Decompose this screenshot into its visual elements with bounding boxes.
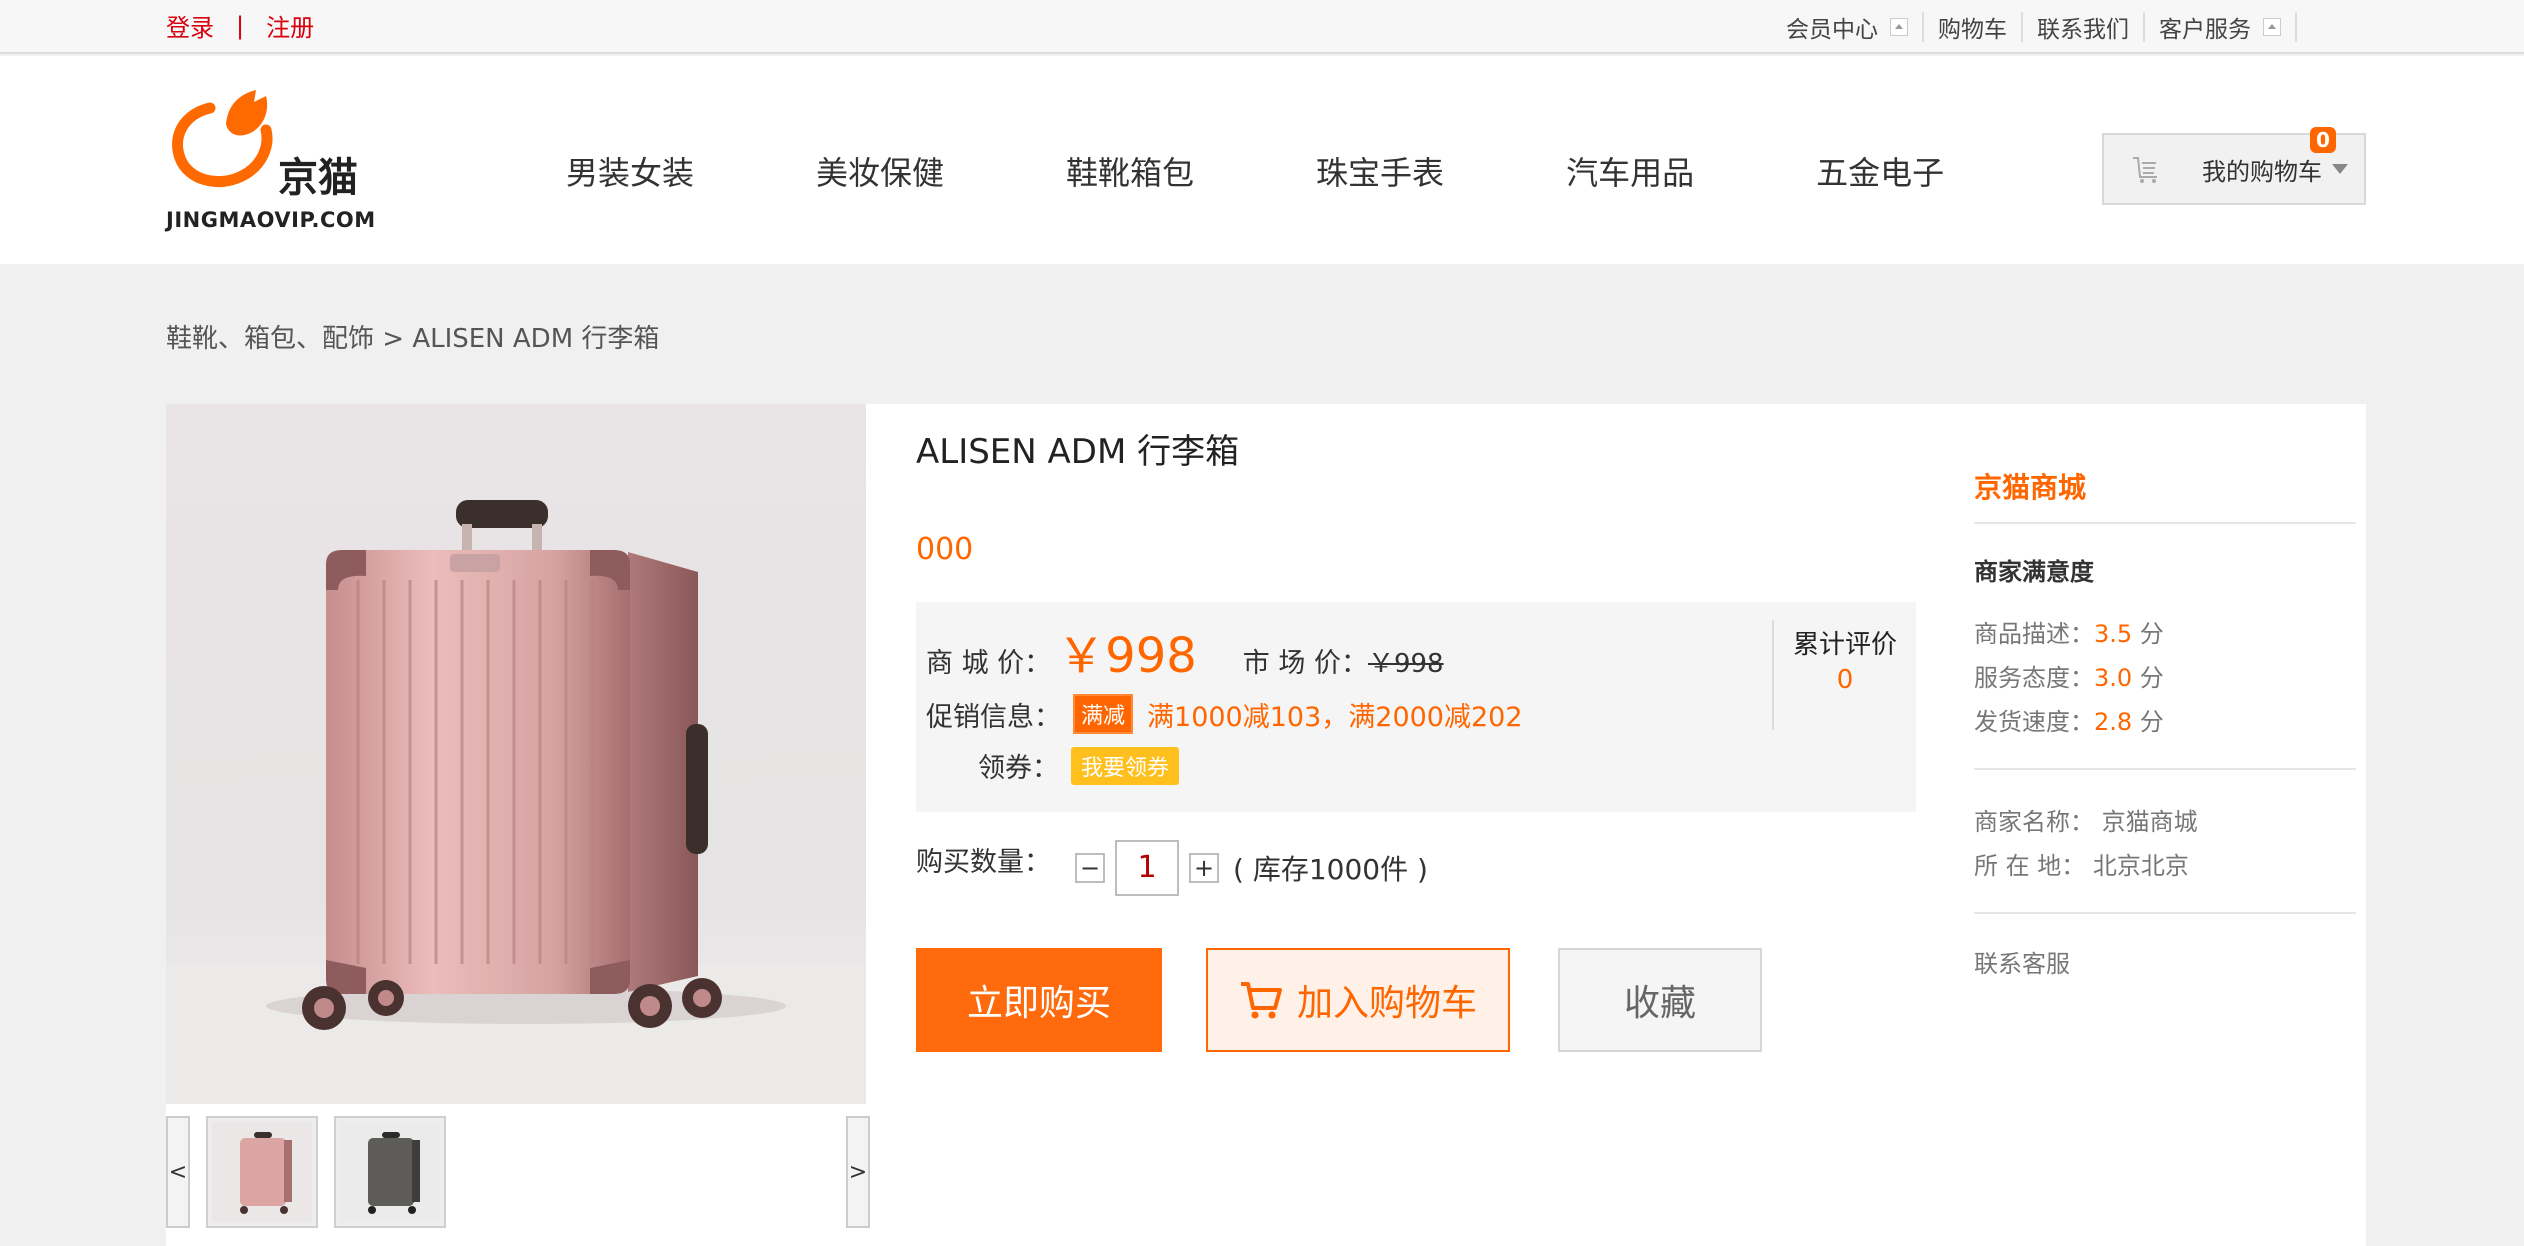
buy-now-label: 立即购买 [966,983,1111,1024]
divider [1974,768,2356,770]
member-center-label: 会员中心 [1786,17,1878,43]
cat-logo-icon [172,90,273,188]
nav-item-jewelry[interactable]: 珠宝手表 [1316,148,1444,194]
thumb-prev-button[interactable]: < [166,1116,190,1228]
product-title: ALISEN ADM 行李箱 [916,432,1240,472]
buy-now-button[interactable]: 立即购买 [916,948,1162,1052]
caret-up-icon[interactable] [1890,18,1908,36]
score-value: 3.5 [2094,620,2133,648]
login-link[interactable]: 登录 [166,8,214,43]
cart-icon [2133,157,2157,183]
reviews-count: 0 [1836,665,1854,695]
nav-item-apparel[interactable]: 男装女装 [566,148,694,194]
score-service: 服务态度：3.0 分 [1974,658,2164,693]
cart-count-badge: 0 [2310,127,2336,153]
thumb-next-button[interactable]: > [846,1116,870,1228]
score-label: 发货速度： [1974,708,2094,736]
shop-name: 京猫商城 [2101,808,2198,836]
market-price-label: 市 场 价： [1242,648,1368,679]
score-label: 服务态度： [1974,664,2094,692]
main-product-image[interactable] [166,404,866,1104]
promo-row: 促销信息： 满减 满1000减103，满2000减202 [926,694,1523,734]
coupon-label: 领券： [978,753,1059,784]
score-unit: 分 [2132,620,2164,648]
mall-price-label: 商 城 价： [926,648,1052,679]
thumbnail-dark-gray[interactable] [334,1116,446,1228]
score-value: 2.8 [2094,708,2133,736]
suitcase-thumbnail-image [212,1122,312,1222]
score-description: 商品描述：3.5 分 [1974,614,2164,649]
favorite-label: 收藏 [1623,983,1696,1024]
quantity-input[interactable]: 1 [1115,840,1179,896]
thumbnail-rose-gold[interactable] [206,1116,318,1228]
customer-service-link[interactable]: 客户服务 [2145,12,2297,43]
site-logo[interactable]: 京猫 JINGMAOVIP.COM [166,86,376,231]
contact-service-link[interactable]: 联系客服 [1974,944,2070,979]
auth-links: 登录 | 注册 [166,8,314,43]
score-value: 3.0 [2094,664,2133,692]
price-box: 商 城 价： ￥998 市 场 价： ￥998 累计评价 0 促销信息： 满减 … [916,602,1916,812]
add-to-cart-label: 加入购物车 [1296,983,1477,1024]
divider [1974,912,2356,914]
register-link[interactable]: 注册 [266,8,314,43]
quantity-label: 购买数量： [916,846,1051,878]
member-center-link[interactable]: 会员中心 [1786,12,1924,43]
top-links: 会员中心 购物车 联系我们 客户服务 [1786,12,2297,43]
cart-link-label: 购物车 [1938,17,2007,43]
location: 北京北京 [2092,852,2189,880]
promo-text: 满1000减103，满2000减202 [1147,701,1523,733]
add-to-cart-button[interactable]: 加入购物车 [1206,948,1510,1052]
breadcrumb[interactable]: 鞋靴、箱包、配饰 > ALISEN ADM 行李箱 [166,318,659,355]
quantity-decrement-button[interactable]: − [1075,853,1105,883]
location-row: 所 在 地： 北京北京 [1974,846,2189,881]
coupon-row: 领券： 我要领券 [978,746,1180,785]
cart-link[interactable]: 购物车 [1924,12,2023,43]
chevron-down-icon [2332,164,2348,174]
suitcase-thumbnail-image [340,1122,440,1222]
promo-tag: 满减 [1073,694,1134,734]
reviews-summary[interactable]: 累计评价 0 [1772,620,1916,730]
quantity-increment-button[interactable]: + [1189,853,1219,883]
nav-item-beauty[interactable]: 美妆保健 [816,148,944,194]
reviews-label: 累计评价 [1792,630,1897,660]
divider [1974,522,2356,524]
shop-name-label: 商家名称： [1974,808,2094,836]
seller-name-heading[interactable]: 京猫商城 [1974,466,2086,506]
product-subtitle: 000 [916,532,974,567]
score-label: 商品描述： [1974,620,2094,648]
my-cart-label: 我的购物车 [2202,157,2322,186]
cart-icon [1240,982,1282,1019]
nav-item-electronics[interactable]: 五金电子 [1816,148,1944,194]
score-unit: 分 [2132,664,2164,692]
get-coupon-button[interactable]: 我要领券 [1071,746,1180,785]
stock-text: ( 库存1000件 ) [1233,853,1428,886]
nav-item-auto[interactable]: 汽车用品 [1566,148,1694,194]
product-panel: < > ALISEN ADM 行李箱 000 商 城 价： ￥998 市 场 价… [166,404,2366,1246]
logo-text-cn: 京猫 [278,155,358,201]
quantity-row: 购买数量： − 1 + ( 库存1000件 ) [916,840,1428,896]
customer-service-label: 客户服务 [2159,17,2251,43]
my-cart-button[interactable]: 我的购物车 0 [2102,127,2366,205]
top-bar: 登录 | 注册 会员中心 购物车 联系我们 客户服务 [0,0,2524,54]
thumbnail-strip: < > [166,1116,870,1228]
logo-text-en: JINGMAOVIP.COM [166,208,376,232]
contact-us-link[interactable]: 联系我们 [2023,12,2145,43]
score-shipping: 发货速度：2.8 分 [1974,702,2164,737]
suitcase-image [166,500,866,1104]
score-unit: 分 [2132,708,2164,736]
caret-up-icon[interactable] [2263,18,2281,36]
mall-price: ￥998 [1057,628,1197,684]
main-nav: 男装女装 美妆保健 鞋靴箱包 珠宝手表 汽车用品 五金电子 [566,148,1944,194]
favorite-button[interactable]: 收藏 [1558,948,1762,1052]
price-row: 商 城 价： ￥998 市 场 价： ￥998 [926,616,1444,686]
site-header: 京猫 JINGMAOVIP.COM 男装女装 美妆保健 鞋靴箱包 珠宝手表 汽车… [0,56,2524,264]
nav-item-shoes-bags[interactable]: 鞋靴箱包 [1066,148,1194,194]
shop-name-row: 商家名称： 京猫商城 [1974,802,2198,837]
promo-label: 促销信息： [926,701,1061,733]
satisfaction-title: 商家满意度 [1974,558,2094,586]
location-label: 所 在 地： [1974,852,2086,880]
contact-us-label: 联系我们 [2037,17,2129,43]
auth-separator: | [236,11,245,40]
market-price: ￥998 [1367,649,1444,679]
